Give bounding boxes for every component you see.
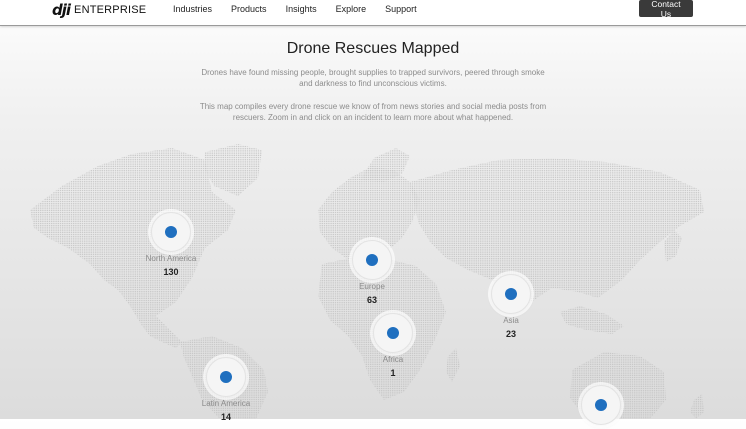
page-title: Drone Rescues Mapped xyxy=(286,40,460,57)
marker-dot xyxy=(595,399,607,411)
main-nav: Industries Products Insights Explore Sup… xyxy=(173,4,436,14)
region-marker-oceania[interactable] xyxy=(551,385,651,429)
marker-ring[interactable] xyxy=(581,385,621,425)
region-label: Asia xyxy=(503,316,519,325)
region-marker-africa[interactable]: Africa 1 xyxy=(343,313,443,378)
marker-ring[interactable] xyxy=(151,212,191,252)
region-label: Africa xyxy=(382,355,404,364)
nav-item-industries[interactable]: Industries xyxy=(173,4,212,14)
marker-dot xyxy=(505,288,517,300)
region-count: 130 xyxy=(163,267,179,277)
dji-logo-mark: dji xyxy=(52,1,71,19)
region-count: 1 xyxy=(390,368,396,378)
nav-item-explore[interactable]: Explore xyxy=(336,4,367,14)
contact-us-button[interactable]: Contact Us xyxy=(639,0,693,19)
nav-item-support[interactable]: Support xyxy=(385,4,417,14)
region-count: 23 xyxy=(505,329,516,339)
region-count: 14 xyxy=(220,412,231,422)
marker-ring[interactable] xyxy=(373,313,413,353)
nav-item-insights[interactable]: Insights xyxy=(286,4,317,14)
region-marker-latin-america[interactable]: Latin America 14 xyxy=(176,357,276,422)
region-label: North America xyxy=(145,254,197,263)
nav-item-products[interactable]: Products xyxy=(231,4,267,14)
marker-ring[interactable] xyxy=(206,357,246,397)
region-label: Latin America xyxy=(201,399,251,408)
marker-dot xyxy=(366,254,378,266)
region-marker-europe[interactable]: Europe 63 xyxy=(322,240,422,305)
marker-ring[interactable] xyxy=(352,240,392,280)
marker-dot xyxy=(165,226,177,238)
region-label: Europe xyxy=(359,282,385,291)
top-navigation-bar: dji ENTERPRISE Industries Products Insig… xyxy=(0,0,746,26)
region-count: 63 xyxy=(366,295,377,305)
logo-text: ENTERPRISE xyxy=(74,4,147,16)
dji-enterprise-logo[interactable]: dji ENTERPRISE xyxy=(52,1,147,19)
intro-paragraph-2: This map compiles every drone rescue we … xyxy=(199,102,547,122)
region-marker-asia[interactable]: Asia 23 xyxy=(461,274,561,339)
intro-paragraph-1: Drones have found missing people, brough… xyxy=(201,68,545,88)
marker-ring[interactable] xyxy=(491,274,531,314)
marker-dot xyxy=(220,371,232,383)
marker-dot xyxy=(387,327,399,339)
region-marker-north-america[interactable]: North America 130 xyxy=(121,212,221,277)
